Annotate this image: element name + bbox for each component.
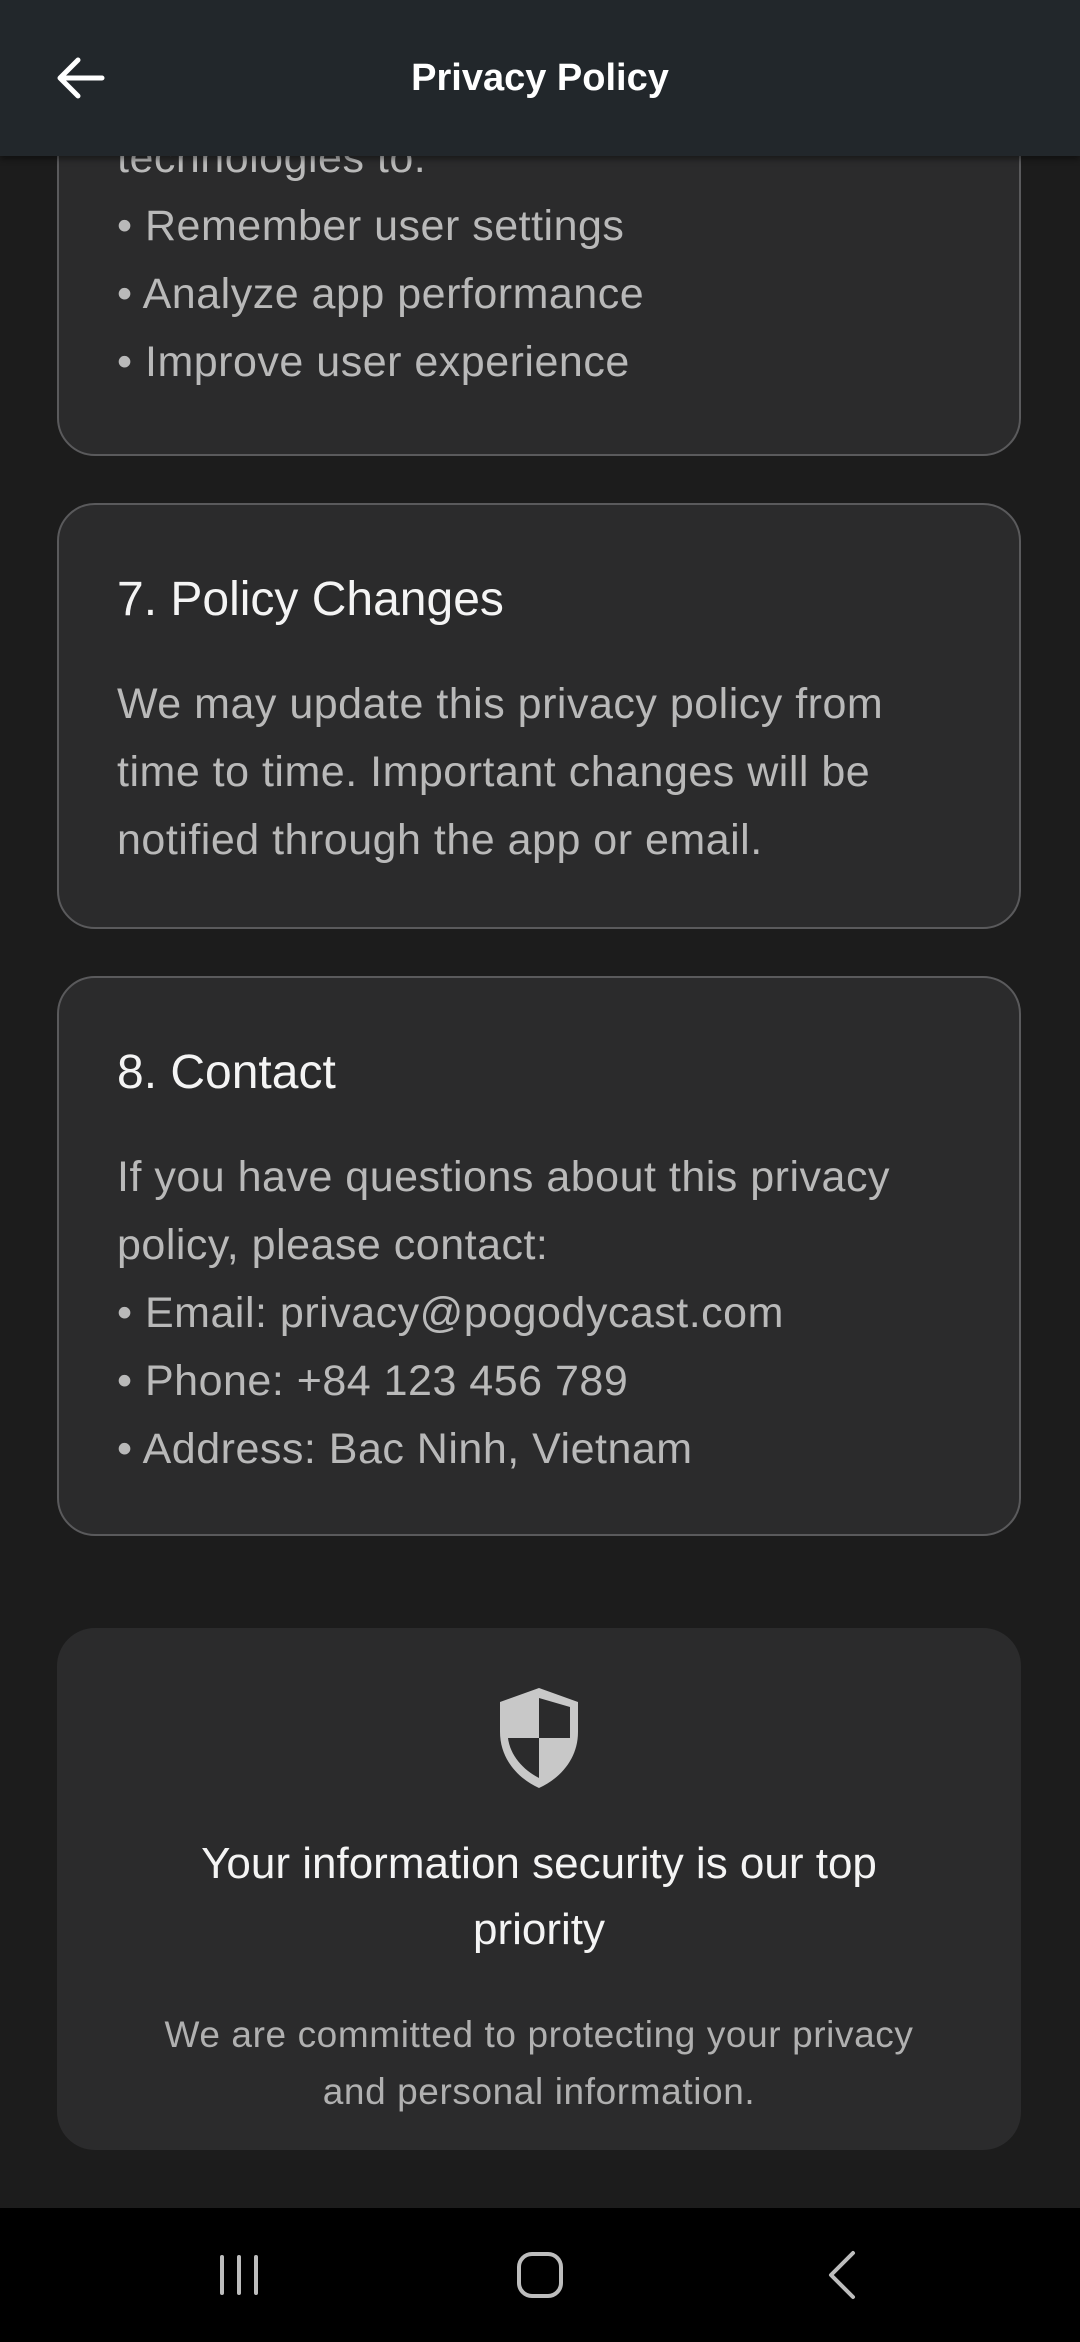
- section-7-line: notified through the app or email.: [117, 816, 763, 864]
- section-8-title: 8. Contact: [117, 1046, 336, 1099]
- section-7-line: We may update this privacy policy from: [117, 680, 884, 728]
- security-subtitle: We are committed to protecting your priv…: [117, 2006, 961, 2120]
- section-7-line: time to time. Important changes will be: [117, 748, 871, 796]
- section-8-body: If you have questions about this privacy…: [117, 1143, 969, 1483]
- recents-icon: [220, 2255, 258, 2295]
- page-title: Privacy Policy: [411, 57, 669, 99]
- security-title-line: priority: [472, 1905, 606, 1954]
- section-8-card: 8. Contact If you have questions about t…: [57, 976, 1021, 1536]
- contact-phone: • Phone: +84 123 456 789: [117, 1357, 629, 1405]
- home-icon: [517, 2252, 563, 2298]
- security-title: Your information security is our top pri…: [117, 1831, 961, 1963]
- system-back-button[interactable]: [793, 2235, 893, 2315]
- security-subtitle-line: We are committed to protecting your priv…: [164, 2014, 914, 2055]
- security-banner: Your information security is our top pri…: [57, 1628, 1021, 2150]
- scroll-content[interactable]: technologies to: • Remember user setting…: [0, 0, 1080, 2208]
- section-6-item: • Analyze app performance: [117, 270, 645, 318]
- system-back-icon: [829, 2251, 855, 2299]
- security-title-line: Your information security is our top: [201, 1839, 877, 1888]
- shield-icon: [500, 1688, 578, 1788]
- section-7-body: We may update this privacy policy from t…: [117, 670, 969, 874]
- home-button[interactable]: [490, 2235, 590, 2315]
- recents-button[interactable]: [189, 2235, 289, 2315]
- section-6-item: • Remember user settings: [117, 202, 625, 250]
- privacy-policy-screen: technologies to: • Remember user setting…: [0, 0, 1080, 2342]
- section-7-card: 7. Policy Changes We may update this pri…: [57, 503, 1021, 929]
- contact-email: • Email: privacy@pogodycast.com: [117, 1289, 784, 1337]
- section-7-title: 7. Policy Changes: [117, 573, 504, 626]
- security-subtitle-line: and personal information.: [322, 2071, 756, 2112]
- contact-address: • Address: Bac Ninh, Vietnam: [117, 1425, 693, 1473]
- app-bar: Privacy Policy: [0, 0, 1080, 156]
- section-6-item: • Improve user experience: [117, 338, 630, 386]
- system-nav-bar: [0, 2208, 1080, 2342]
- section-6-body: technologies to: • Remember user setting…: [117, 124, 969, 396]
- section-8-line: If you have questions about this privacy: [117, 1153, 890, 1201]
- section-8-line: policy, please contact:: [117, 1221, 549, 1269]
